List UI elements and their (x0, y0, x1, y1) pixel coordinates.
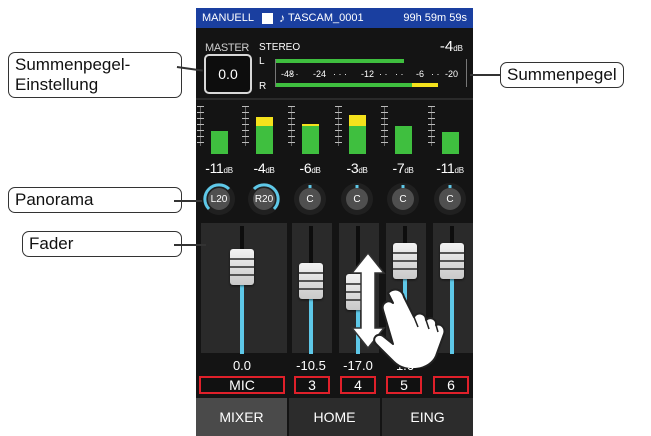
leader-line (174, 200, 202, 202)
meter-scale-icon (335, 106, 342, 146)
master-level-button[interactable]: 0.0 (204, 54, 252, 94)
fader-strip (201, 223, 287, 353)
channel-r-label: R (259, 81, 267, 92)
callout-panorama: Panorama (8, 187, 182, 213)
record-box-icon (261, 12, 273, 24)
callout-fader: Fader (22, 231, 182, 257)
hand-gesture-icon (350, 253, 446, 368)
fader-value: -10.5 (296, 358, 326, 373)
channel-meter (349, 115, 366, 154)
callout-summenpegel-einstellung: Summenpegel- Einstellung (8, 52, 182, 98)
pan-value: R20 (253, 188, 275, 210)
channel-level-db: -11dB (205, 160, 233, 176)
meter-scale-icon (288, 106, 295, 146)
status-bar: MANUELL ♪ TASCAM_0001 99h 59m 59s (196, 8, 473, 28)
tab-mixer[interactable]: MIXER (196, 398, 289, 436)
callout-summenpegel: Summenpegel (500, 62, 624, 88)
scale-tick-12: -12 (361, 69, 375, 79)
fader-value: 0.0 (232, 358, 252, 373)
pan-knob[interactable]: C (387, 183, 419, 215)
tab-eing[interactable]: EING (382, 398, 473, 436)
tab-home[interactable]: HOME (289, 398, 382, 436)
scale-tick-6: -6 (416, 69, 425, 79)
pan-value: C (299, 188, 321, 210)
master-label: MASTER (204, 42, 250, 54)
pan-value: C (392, 188, 414, 210)
pan-value: C (346, 188, 368, 210)
pan-knob[interactable]: C (294, 183, 326, 215)
channel-level-db: -4dB (253, 160, 275, 176)
master-peak-db: -4dB (439, 38, 463, 55)
channel-level-db: -7dB (392, 160, 414, 176)
pan-knob[interactable]: C (434, 183, 466, 215)
pan-value: L20 (208, 188, 230, 210)
meter-scale-icon (428, 106, 435, 146)
channel-meter (302, 124, 319, 154)
music-note-icon: ♪ (278, 11, 285, 25)
channel-name-button[interactable]: 6 (433, 376, 469, 394)
channel-name-button[interactable]: MIC (199, 376, 285, 394)
pan-knob[interactable]: C (341, 183, 373, 215)
pan-knob[interactable]: R20 (248, 183, 280, 215)
master-divider (196, 98, 473, 100)
tab-bar: MIXER HOME EING (196, 398, 473, 436)
channel-level-db: -11dB (436, 160, 464, 176)
channel-meter (211, 131, 228, 154)
leader-line (470, 74, 500, 76)
channel-name-button[interactable]: 4 (340, 376, 376, 394)
mode-label: MANUELL (202, 12, 254, 24)
channel-name-button[interactable]: 3 (294, 376, 330, 394)
fader-handle[interactable] (299, 262, 323, 299)
pan-value: C (439, 188, 461, 210)
leader-line (174, 244, 206, 246)
file-name: TASCAM_0001 (287, 12, 364, 24)
device-screen: MANUELL ♪ TASCAM_0001 99h 59m 59s MASTER… (196, 8, 473, 436)
master-level-value: 0.0 (218, 66, 238, 82)
scale-tick-20: -20 (445, 69, 459, 79)
stereo-label: STEREO (259, 42, 301, 53)
channel-meter (256, 117, 273, 154)
meter-scale-icon (197, 106, 204, 146)
scale-tick-24: -24 (313, 69, 327, 79)
channel-level-db: -6dB (299, 160, 321, 176)
remaining-time: 99h 59m 59s (403, 12, 467, 24)
channel-level-db: -3dB (346, 160, 368, 176)
fader-handle[interactable] (230, 249, 254, 285)
pan-knob[interactable]: L20 (203, 183, 235, 215)
meter-scale-icon (381, 106, 388, 146)
meter-scale-icon (242, 106, 249, 146)
channel-meter (442, 132, 459, 154)
channel-meter (395, 126, 412, 154)
channel-l-label: L (259, 56, 265, 67)
channel-name-button[interactable]: 5 (386, 376, 422, 394)
